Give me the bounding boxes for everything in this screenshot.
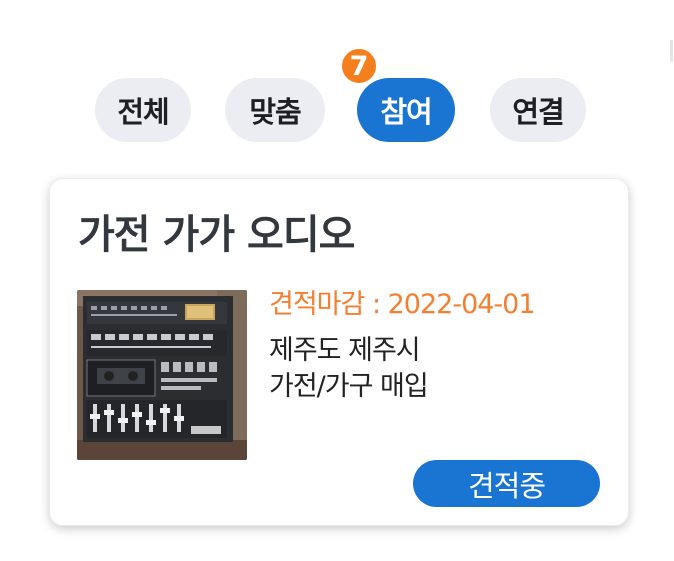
tab-participating[interactable]: 참여 [357,78,455,142]
card-info: 견적마감 : 2022-04-01 제주도 제주시 가전/가구 매입 [269,287,609,405]
stereo-thumbnail [77,290,247,460]
estimate-card[interactable]: 가전 가가 오디오 견적마감: 2022-04-01 제주도 제주시 가전/가… [49,178,629,526]
tab-connected[interactable]: 연결 [490,78,586,142]
filter-tabs: 전체 맞춤 참여 연결 7 [0,0,674,150]
card-title: 가전 가가 오디오 [78,212,355,258]
tab-all[interactable]: 전체 [95,78,191,142]
tab-matched[interactable]: 맞춤 [225,78,325,142]
category-text: 가전/가구 매입 [269,371,429,402]
divider [670,40,673,62]
step-number-badge: 7 [339,46,379,86]
status-badge[interactable]: 견적중 [413,460,600,507]
deadline-text: 견적마감 : 2022-04-01 [269,289,536,320]
location-text: 제주도 제주시 [269,335,421,366]
